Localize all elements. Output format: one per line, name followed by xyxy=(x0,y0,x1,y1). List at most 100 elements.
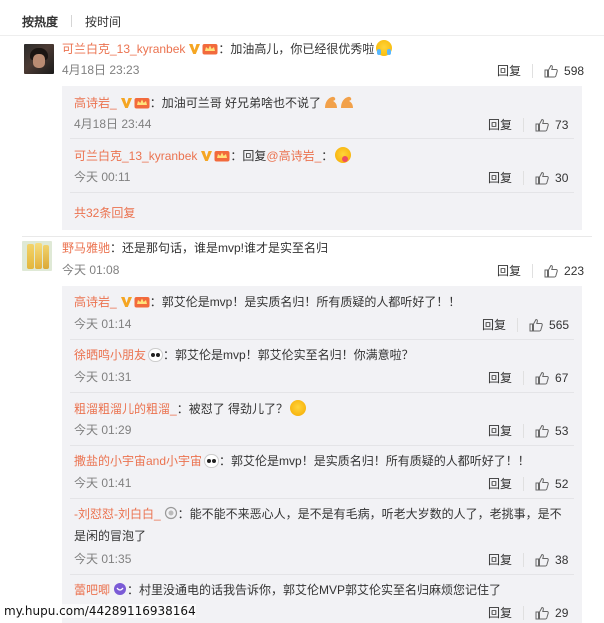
mention-link[interactable]: @高诗岩_ xyxy=(266,149,321,163)
reply-actions: 回复 73 xyxy=(488,116,568,133)
like-button[interactable]: 223 xyxy=(544,264,584,278)
panda-icon xyxy=(148,348,164,362)
tongue-face-icon xyxy=(335,147,352,163)
reply-button[interactable]: 回复 xyxy=(488,116,512,133)
thumbs-up-icon xyxy=(535,171,549,184)
action-divider xyxy=(523,476,525,491)
comment-author[interactable]: 野马雅驰 xyxy=(62,241,110,255)
verified-v-icon xyxy=(120,98,132,108)
like-button[interactable]: 30 xyxy=(535,171,568,185)
reply-line: 撒盐的小宇宙and小宇宙 ：郭艾伦是mvp！是实质名归！所有质疑的人都听好了！！ xyxy=(74,453,530,469)
reply-author[interactable]: 徐晒鸣小朋友 xyxy=(74,348,146,362)
reply-divider xyxy=(70,574,574,575)
action-divider xyxy=(523,552,525,567)
action-divider xyxy=(517,317,519,332)
like-button[interactable]: 53 xyxy=(535,424,568,438)
like-button[interactable]: 73 xyxy=(535,118,568,132)
more-replies-link[interactable]: 共32条回复 xyxy=(74,204,135,221)
reply-time: 4月18日 23:44 xyxy=(74,117,152,131)
comment-actions: 回复 598 xyxy=(497,62,584,79)
reply-line: 蕾吧唧 ：村里没通电的话我告诉你，郭艾伦MVP郭艾伦实至名归麻烦您记住了 xyxy=(74,582,501,598)
thumbs-up-icon xyxy=(529,318,543,331)
comment-actions: 回复 223 xyxy=(497,262,584,279)
like-button[interactable]: 29 xyxy=(535,606,568,620)
like-count: 38 xyxy=(555,552,569,567)
reply-button[interactable]: 回复 xyxy=(488,422,512,439)
reply-text: ：郭艾伦是mvp！是实质名归！所有质疑的人都听好了！！ xyxy=(219,454,530,468)
reply-button[interactable]: 回复 xyxy=(488,604,512,621)
reply-button[interactable]: 回复 xyxy=(488,475,512,492)
action-divider xyxy=(523,370,525,385)
reply-line: 高诗岩_ ：郭艾伦是mvp！是实质名归！所有质疑的人都听好了！！ xyxy=(74,294,460,310)
reply-author[interactable]: 可兰白克_13_kyranbek xyxy=(74,149,197,163)
reply-actions: 回复 565 xyxy=(482,316,569,333)
comment-line: 可兰白克_13_kyranbek ：加油高儿，你已经很优秀啦 xyxy=(62,40,393,57)
reply-text: ：加油可兰哥 好兄弟啥也不说了 xyxy=(149,96,322,110)
action-divider xyxy=(523,423,525,438)
action-divider xyxy=(523,605,525,620)
flexed-biceps-icon xyxy=(325,96,354,108)
reply-time: 今天 00:11 xyxy=(74,170,131,184)
reply-author[interactable]: 粗溜粗溜儿的粗溜_ xyxy=(74,402,177,416)
reply-author[interactable]: 撒盐的小宇宙and小宇宙 xyxy=(74,454,202,468)
reply-author[interactable]: 蕾吧唧 xyxy=(74,583,110,597)
member-crown-icon xyxy=(214,151,230,162)
reply-button[interactable]: 回复 xyxy=(488,551,512,568)
action-divider xyxy=(532,263,534,278)
reply-divider xyxy=(70,192,574,193)
avatar[interactable] xyxy=(22,241,52,271)
reply-line: -刘怼怼-刘白白_ ：能不能不来恶心人，是不是有毛病，听老大岁数的人了，老挑事，是… xyxy=(74,506,562,522)
grin-face-icon xyxy=(290,400,307,416)
like-button[interactable]: 38 xyxy=(535,553,568,567)
reply-line-continued: 是闲的冒泡了 xyxy=(74,528,146,544)
reply-author[interactable]: 高诗岩_ xyxy=(74,96,117,110)
comment-divider xyxy=(22,236,592,237)
reply-actions: 回复 30 xyxy=(488,169,568,186)
reply-time: 今天 01:35 xyxy=(74,552,132,566)
reply-actions: 回复 52 xyxy=(488,475,568,492)
reply-time: 今天 01:29 xyxy=(74,423,132,437)
reply-author[interactable]: 高诗岩_ xyxy=(74,295,117,309)
reply-line: 粗溜粗溜儿的粗溜_：被怼了 得劲儿了？ xyxy=(74,400,307,417)
like-count: 53 xyxy=(555,423,569,438)
reply-button[interactable]: 回复 xyxy=(497,62,521,79)
thumbs-up-icon xyxy=(535,424,549,437)
like-count: 67 xyxy=(555,370,569,385)
comment-line: 野马雅驰：还是那句话，谁是mvp!谁才是实至名归 xyxy=(62,240,328,256)
reply-line: 可兰白克_13_kyranbek ：回复@高诗岩_： xyxy=(74,147,352,164)
sort-by-time-tab[interactable]: 按时间 xyxy=(85,13,121,30)
thumbs-up-icon xyxy=(544,264,558,277)
like-count: 29 xyxy=(555,605,569,620)
sort-divider xyxy=(71,15,73,27)
reply-button[interactable]: 回复 xyxy=(488,369,512,386)
reply-author[interactable]: -刘怼怼-刘白白_ xyxy=(74,507,161,521)
thumbs-up-icon xyxy=(535,371,549,384)
sort-bar: 按热度 按时间 xyxy=(22,12,121,30)
reply-divider xyxy=(70,339,574,340)
action-divider xyxy=(523,170,525,185)
reply-button[interactable]: 回复 xyxy=(488,169,512,186)
thumbs-up-icon xyxy=(544,64,558,77)
reply-text: ：郭艾伦是mvp！是实质名归！所有质疑的人都听好了！！ xyxy=(149,295,461,309)
like-count: 52 xyxy=(555,476,569,491)
like-button[interactable]: 52 xyxy=(535,477,568,491)
reply-text: ：回复 xyxy=(230,149,267,163)
like-button[interactable]: 598 xyxy=(544,64,584,78)
like-count: 30 xyxy=(555,170,569,185)
reply-button[interactable]: 回复 xyxy=(482,316,506,333)
member-level-icon xyxy=(114,583,127,595)
verified-v-icon xyxy=(189,44,201,54)
sort-by-hot-tab[interactable]: 按热度 xyxy=(22,13,58,30)
thumbs-up-icon xyxy=(535,477,549,490)
reply-button[interactable]: 回复 xyxy=(497,262,521,279)
comment-time: 今天 01:08 xyxy=(62,263,120,277)
top-divider xyxy=(0,35,604,36)
like-button[interactable]: 67 xyxy=(535,371,568,385)
comment-author[interactable]: 可兰白克_13_kyranbek xyxy=(62,42,185,56)
like-count: 565 xyxy=(549,317,570,332)
reply-text: ：郭艾伦是mvp！郭艾伦实至名归！你满意啦？ xyxy=(163,348,414,362)
like-button[interactable]: 565 xyxy=(529,318,569,332)
reply-divider xyxy=(70,445,574,446)
avatar[interactable] xyxy=(24,44,54,74)
thumbs-up-icon xyxy=(535,606,549,619)
